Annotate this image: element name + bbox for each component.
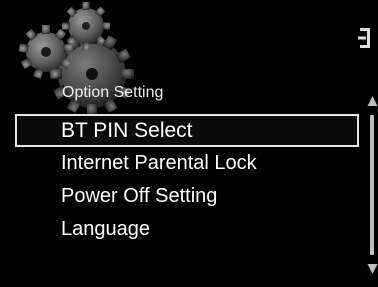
menu-scrollbar[interactable] <box>367 95 378 280</box>
menu-title: Option Setting <box>62 84 164 101</box>
menu-item-bt-pin-select[interactable]: BT PIN Select <box>15 114 359 147</box>
option-setting-screen: Option Setting BT PIN Select Internet Pa… <box>0 0 378 287</box>
input-bracket-icon <box>358 28 370 48</box>
scroll-up-arrow-icon[interactable] <box>367 95 378 107</box>
scrollbar-track[interactable] <box>370 115 374 255</box>
menu-item-language[interactable]: Language <box>15 213 359 246</box>
option-menu-list: BT PIN Select Internet Parental Lock Pow… <box>15 114 359 246</box>
menu-item-power-off-setting[interactable]: Power Off Setting <box>15 180 359 213</box>
menu-item-internet-parental-lock[interactable]: Internet Parental Lock <box>15 147 359 180</box>
scroll-down-arrow-icon[interactable] <box>367 263 378 275</box>
